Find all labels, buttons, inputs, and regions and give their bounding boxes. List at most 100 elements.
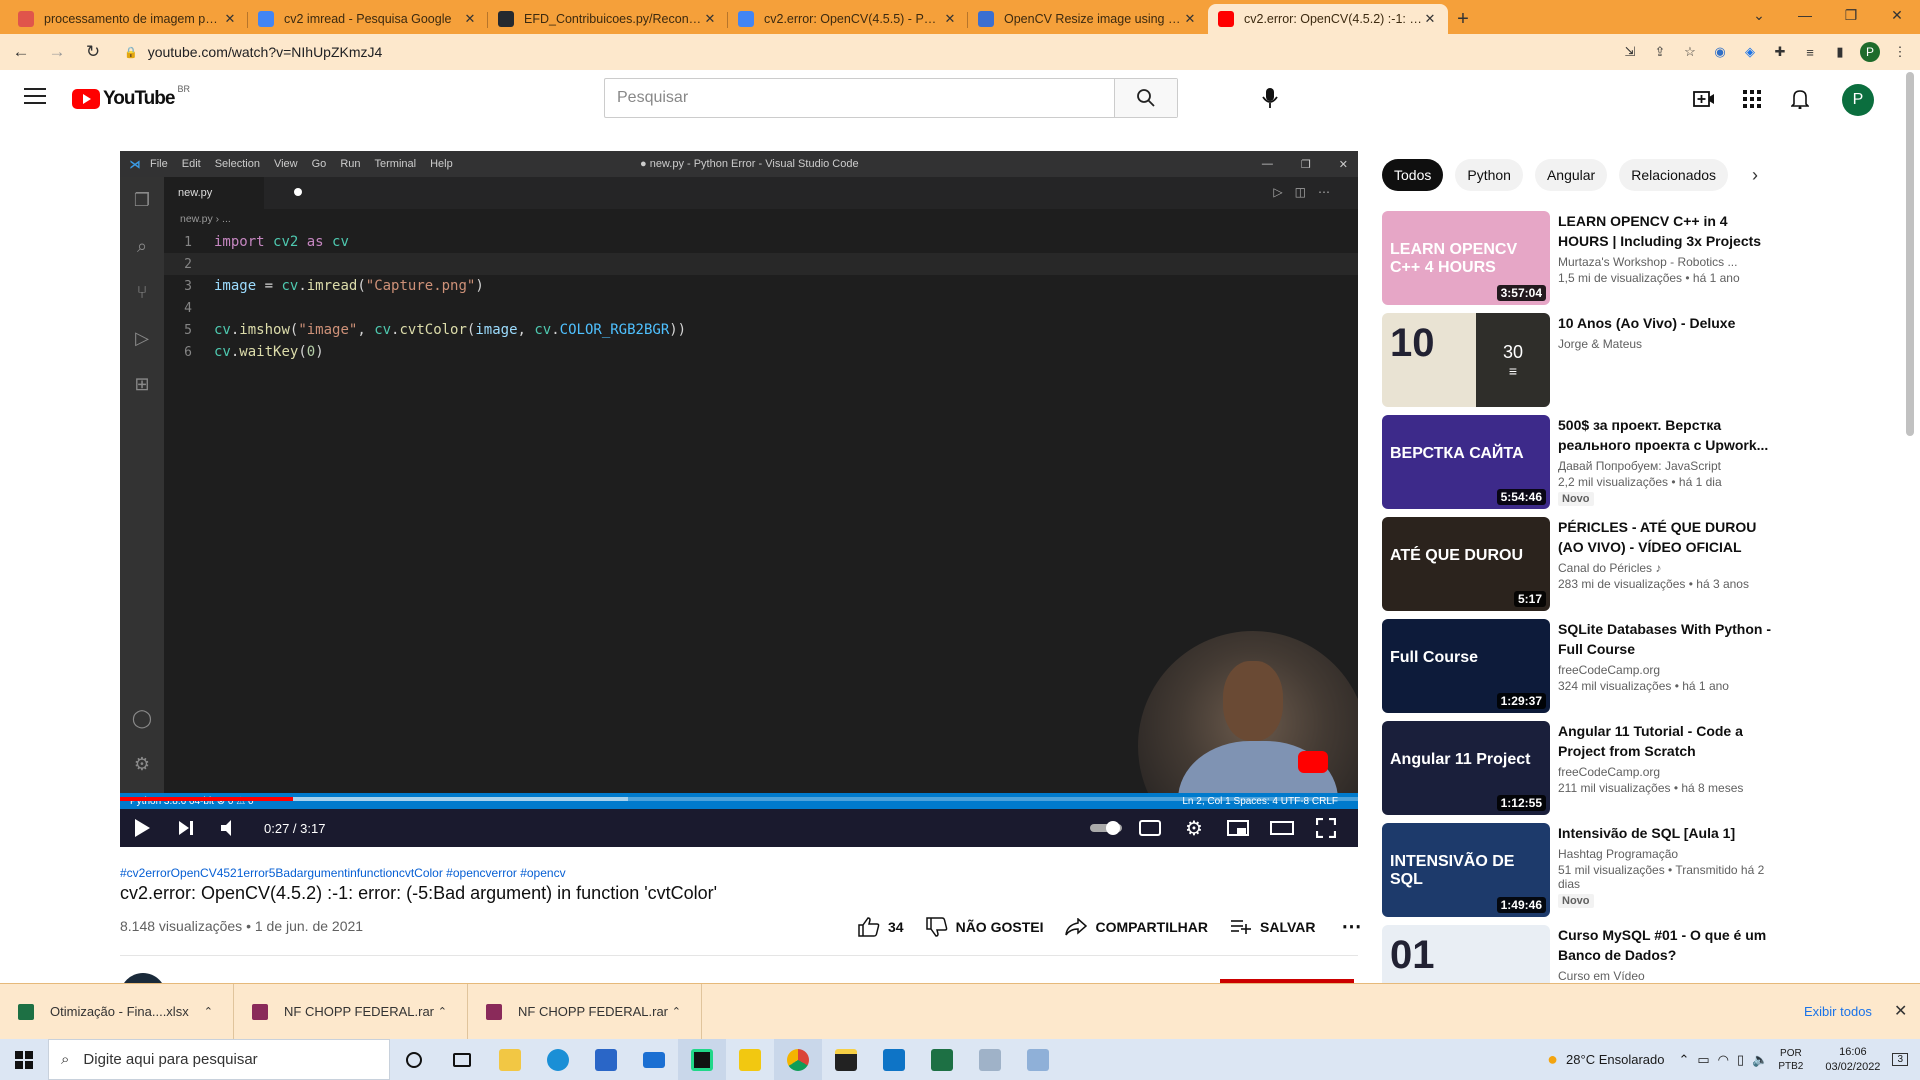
- new-tab-button[interactable]: +: [1448, 4, 1478, 34]
- pycharm-icon[interactable]: [678, 1039, 726, 1080]
- reload-button[interactable]: ↻: [78, 37, 108, 67]
- video-thumbnail[interactable]: Angular 11 Project 1:12:55: [1382, 721, 1550, 815]
- chevron-up-icon[interactable]: ⌃: [438, 1005, 447, 1018]
- more-actions-icon[interactable]: ⋯: [1341, 914, 1361, 939]
- filter-chip[interactable]: Python: [1455, 159, 1523, 191]
- play-button[interactable]: [120, 809, 164, 847]
- dislike-button[interactable]: NÃO GOSTEI: [925, 916, 1043, 937]
- volume-icon[interactable]: 🔈: [1752, 1052, 1768, 1068]
- chevron-up-icon[interactable]: ⌃: [204, 1005, 213, 1018]
- like-button[interactable]: 34: [858, 916, 904, 937]
- page-scrollbar[interactable]: [1906, 72, 1914, 436]
- video-thumbnail[interactable]: ВЕРСТКА САЙТА 5:54:46: [1382, 415, 1550, 509]
- chevron-up-icon[interactable]: ⌃: [672, 1005, 681, 1018]
- close-tab-icon[interactable]: ✕: [702, 11, 718, 27]
- powerbi-icon[interactable]: [726, 1039, 774, 1080]
- close-tab-icon[interactable]: ✕: [1182, 11, 1198, 27]
- clock[interactable]: 16:06 03/02/2022: [1825, 1045, 1880, 1075]
- browser-tab[interactable]: EFD_Contribuicoes.py/Reconheci ✕: [488, 4, 728, 34]
- wifi-icon[interactable]: ◠: [1718, 1052, 1729, 1068]
- recommended-video[interactable]: Full Course 1:29:37 SQLite Databases With …: [1382, 619, 1802, 713]
- notifications-icon[interactable]: 3: [1892, 1053, 1908, 1066]
- share-button[interactable]: COMPARTILHAR: [1065, 917, 1208, 936]
- bookmark-star-icon[interactable]: ☆: [1680, 42, 1700, 62]
- volume-icon[interactable]: [208, 809, 252, 847]
- network-icon[interactable]: ▭: [1697, 1052, 1709, 1068]
- recommended-video[interactable]: INTENSIVÃO DE SQL 1:49:46 Intensivão de SQ…: [1382, 823, 1802, 917]
- document-app-icon[interactable]: [966, 1039, 1014, 1080]
- cortana-icon[interactable]: [390, 1039, 438, 1080]
- snipping-tool-icon[interactable]: [1014, 1039, 1062, 1080]
- back-button[interactable]: ←: [6, 37, 36, 67]
- profile-avatar[interactable]: P: [1860, 42, 1880, 62]
- save-button[interactable]: SALVAR: [1230, 919, 1315, 935]
- video-thumbnail[interactable]: ATÉ QUE DUROU 5:17: [1382, 517, 1550, 611]
- close-tab-icon[interactable]: ✕: [1422, 11, 1438, 27]
- filter-chip[interactable]: Relacionados: [1619, 159, 1729, 191]
- share-icon[interactable]: ⇪: [1650, 42, 1670, 62]
- settings-gear-icon[interactable]: ⚙: [1172, 809, 1216, 847]
- video-player[interactable]: ⋊ File Edit Selection View Go Run Terminal Help…: [120, 151, 1358, 847]
- search-input[interactable]: Pesquisar: [605, 79, 1114, 117]
- weather-text[interactable]: 28°C Ensolarado: [1566, 1052, 1664, 1067]
- lock-icon[interactable]: 🔒: [124, 46, 138, 59]
- battery-icon[interactable]: ▯: [1737, 1052, 1744, 1068]
- download-item[interactable]: Otimização - Fina....xlsx ⌃: [0, 983, 234, 1040]
- reading-list-icon[interactable]: ≡: [1800, 42, 1820, 62]
- show-all-downloads-link[interactable]: Exibir todos: [1804, 1004, 1872, 1019]
- chrome-icon[interactable]: [774, 1039, 822, 1080]
- file-explorer-icon[interactable]: [486, 1039, 534, 1080]
- create-video-icon[interactable]: [1692, 87, 1716, 111]
- search-button[interactable]: [1114, 79, 1177, 117]
- video-thumbnail[interactable]: 10 30 ≡: [1382, 313, 1550, 407]
- restore-button[interactable]: ❐: [1828, 0, 1874, 30]
- input-language[interactable]: POR PTB2: [1778, 1047, 1803, 1073]
- youtube-logo[interactable]: YouTube BR: [72, 84, 190, 110]
- close-tab-icon[interactable]: ✕: [222, 11, 238, 27]
- autoplay-toggle[interactable]: [1084, 809, 1128, 847]
- excel-icon[interactable]: [918, 1039, 966, 1080]
- vscode-icon[interactable]: [870, 1039, 918, 1080]
- taskbar-search[interactable]: ⌕ Digite aqui para pesquisar: [48, 1039, 390, 1080]
- video-thumbnail[interactable]: INTENSIVÃO DE SQL 1:49:46: [1382, 823, 1550, 917]
- recommended-video[interactable]: ВЕРСТКА САЙТА 5:54:46 500$ за проект. Верс…: [1382, 415, 1802, 509]
- address-bar[interactable]: 🔒 youtube.com/watch?v=NIhUpZKmzJ4: [116, 38, 1566, 66]
- apps-grid-icon[interactable]: [1740, 87, 1764, 111]
- filter-chip[interactable]: Todos: [1382, 159, 1444, 191]
- theater-mode-icon[interactable]: [1260, 809, 1304, 847]
- mic-icon[interactable]: [1256, 84, 1284, 112]
- filter-chip[interactable]: Angular: [1534, 159, 1608, 191]
- subtitles-icon[interactable]: [1128, 809, 1172, 847]
- notifications-bell-icon[interactable]: [1788, 87, 1812, 111]
- puzzle-icon[interactable]: ✚: [1770, 42, 1790, 62]
- close-tab-icon[interactable]: ✕: [462, 11, 478, 27]
- sticky-notes-icon[interactable]: [822, 1039, 870, 1080]
- browser-tab[interactable]: OpenCV Resize image using cv2. ✕: [968, 4, 1208, 34]
- close-tab-icon[interactable]: ✕: [942, 11, 958, 27]
- browser-tab[interactable]: cv2 imread - Pesquisa Google ✕: [248, 4, 488, 34]
- fullscreen-icon[interactable]: [1304, 809, 1348, 847]
- next-button[interactable]: [164, 809, 208, 847]
- side-panel-icon[interactable]: ▮: [1830, 42, 1850, 62]
- minimize-button[interactable]: —: [1782, 0, 1828, 30]
- video-hashtags[interactable]: #cv2errorOpenCV4521error5Badargumentinfu…: [120, 866, 566, 880]
- tab-search-icon[interactable]: ⌄: [1736, 0, 1782, 30]
- miniplayer-icon[interactable]: [1216, 809, 1260, 847]
- extension-icon[interactable]: ◉: [1710, 42, 1730, 62]
- recommended-video[interactable]: ATÉ QUE DUROU 5:17 PÉRICLES - ATÉ QUE DURO…: [1382, 517, 1802, 611]
- close-window-button[interactable]: ✕: [1874, 0, 1920, 30]
- browser-tab[interactable]: processamento de imagem para ✕: [8, 4, 248, 34]
- browser-tab[interactable]: cv2.error: OpenCV(4.5.2) :-1: erro ✕: [1208, 4, 1448, 34]
- edge-icon[interactable]: [534, 1039, 582, 1080]
- chevron-right-icon[interactable]: ›: [1752, 165, 1758, 186]
- store-icon[interactable]: [582, 1039, 630, 1080]
- task-view-icon[interactable]: [438, 1039, 486, 1080]
- user-avatar[interactable]: P: [1842, 84, 1874, 116]
- translate-extension-icon[interactable]: ◈: [1740, 42, 1760, 62]
- windows-start-icon[interactable]: [0, 1039, 48, 1080]
- recommended-video[interactable]: Angular 11 Project 1:12:55 Angular 11 Tuto…: [1382, 721, 1802, 815]
- recommended-video[interactable]: LEARN OPENCV C++ 4 HOURS 3:57:04 LEARN OPE…: [1382, 211, 1802, 305]
- video-thumbnail[interactable]: LEARN OPENCV C++ 4 HOURS 3:57:04: [1382, 211, 1550, 305]
- video-thumbnail[interactable]: Full Course 1:29:37: [1382, 619, 1550, 713]
- menu-icon[interactable]: [24, 88, 46, 109]
